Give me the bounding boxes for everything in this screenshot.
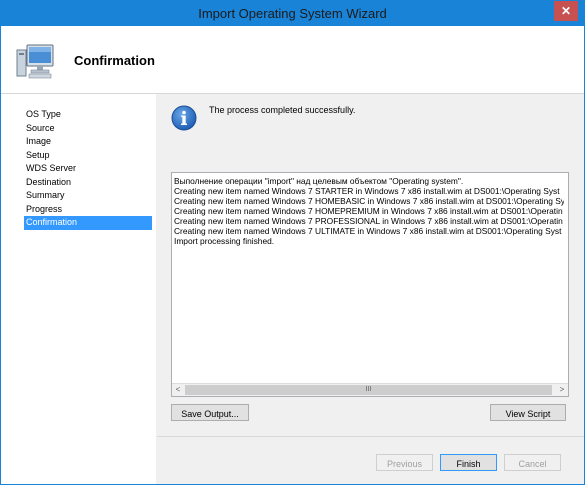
scroll-right-button[interactable]: > (556, 384, 568, 396)
sidebar-item-setup[interactable]: Setup (24, 149, 152, 163)
output-line: Import processing finished. (174, 236, 275, 246)
finish-button[interactable]: Finish (440, 454, 497, 471)
output-log[interactable]: Выполнение операции "import" над целевым… (171, 172, 569, 397)
sidebar-item-progress[interactable]: Progress (24, 203, 152, 217)
status-message: The process completed successfully. (209, 105, 356, 115)
page-title: Confirmation (74, 53, 155, 68)
output-line: Creating new item named Windows 7 HOMEPR… (174, 206, 563, 216)
output-line: Creating new item named Windows 7 HOMEBA… (174, 196, 564, 206)
output-text[interactable]: Выполнение операции "import" над целевым… (174, 176, 564, 381)
sidebar-item-image[interactable]: Image (24, 135, 152, 149)
computer-icon (16, 44, 54, 79)
wizard-header: Confirmation (1, 26, 584, 94)
scroll-left-button[interactable]: < (172, 384, 184, 396)
cancel-button[interactable]: Cancel (504, 454, 561, 471)
output-line: Creating new item named Windows 7 ULTIMA… (174, 226, 562, 236)
window-title: Import Operating System Wizard (198, 6, 387, 21)
sidebar-item-destination[interactable]: Destination (24, 176, 152, 190)
close-button[interactable]: ✕ (554, 1, 578, 21)
sidebar-item-os-type[interactable]: OS Type (24, 108, 152, 122)
sidebar-item-confirmation[interactable]: Confirmation (24, 216, 152, 230)
output-line: Creating new item named Windows 7 STARTE… (174, 186, 560, 196)
wizard-window: Import Operating System Wizard ✕ Confirm… (0, 0, 585, 485)
info-icon (171, 105, 197, 131)
sidebar-item-summary[interactable]: Summary (24, 189, 152, 203)
sidebar-item-source[interactable]: Source (24, 122, 152, 136)
horizontal-scrollbar[interactable]: < III > (172, 383, 568, 396)
view-script-button[interactable]: View Script (490, 404, 566, 421)
output-line: Выполнение операции "import" над целевым… (174, 176, 464, 186)
save-output-button[interactable]: Save Output... (171, 404, 249, 421)
scroll-thumb[interactable]: III (185, 385, 552, 395)
wizard-steps-sidebar: OS Type Source Image Setup WDS Server De… (1, 94, 156, 484)
title-bar[interactable]: Import Operating System Wizard ✕ (1, 1, 584, 26)
sidebar-item-wds-server[interactable]: WDS Server (24, 162, 152, 176)
steps-list: OS Type Source Image Setup WDS Server De… (24, 108, 152, 230)
previous-button[interactable]: Previous (376, 454, 433, 471)
output-line: Creating new item named Windows 7 PROFES… (174, 216, 563, 226)
footer-divider (157, 436, 584, 437)
wizard-content: The process completed successfully. Выпо… (157, 94, 584, 484)
